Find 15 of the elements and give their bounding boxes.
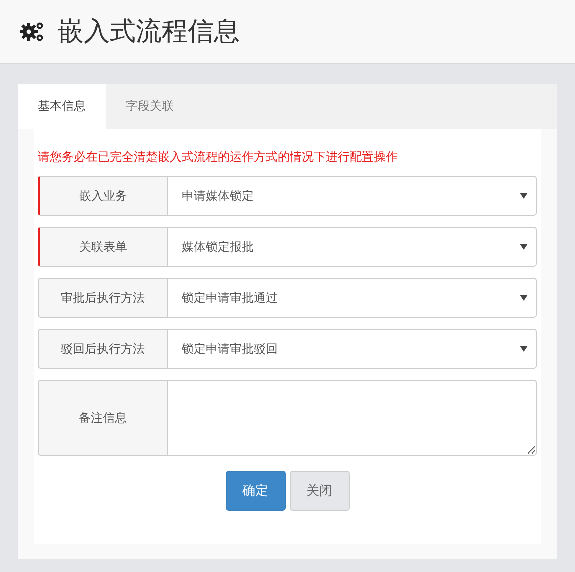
confirm-button[interactable]: 确定 (226, 471, 286, 511)
select-field[interactable]: 媒体锁定报批 (168, 227, 537, 267)
warning-text: 请您务必在已完全清楚嵌入式流程的运作方式的情况下进行配置操作 (38, 149, 399, 166)
tab[interactable]: 基本信息 (18, 84, 106, 129)
page-title: 嵌入式流程信息 (58, 16, 240, 49)
field-label: 驳回后执行方法 (38, 329, 168, 369)
tab[interactable]: 字段关联 (106, 84, 194, 129)
select-field[interactable]: 锁定申请审批驳回 (168, 329, 537, 369)
field-label: 审批后执行方法 (38, 278, 168, 318)
close-button[interactable]: 关闭 (290, 471, 350, 511)
field-label: 备注信息 (38, 380, 168, 456)
field-label: 关联表单 (38, 227, 168, 267)
select-field[interactable]: 锁定申请审批通过 (168, 278, 537, 318)
field-label: 嵌入业务 (38, 176, 168, 216)
select-field[interactable]: 申请媒体锁定 (168, 176, 537, 216)
